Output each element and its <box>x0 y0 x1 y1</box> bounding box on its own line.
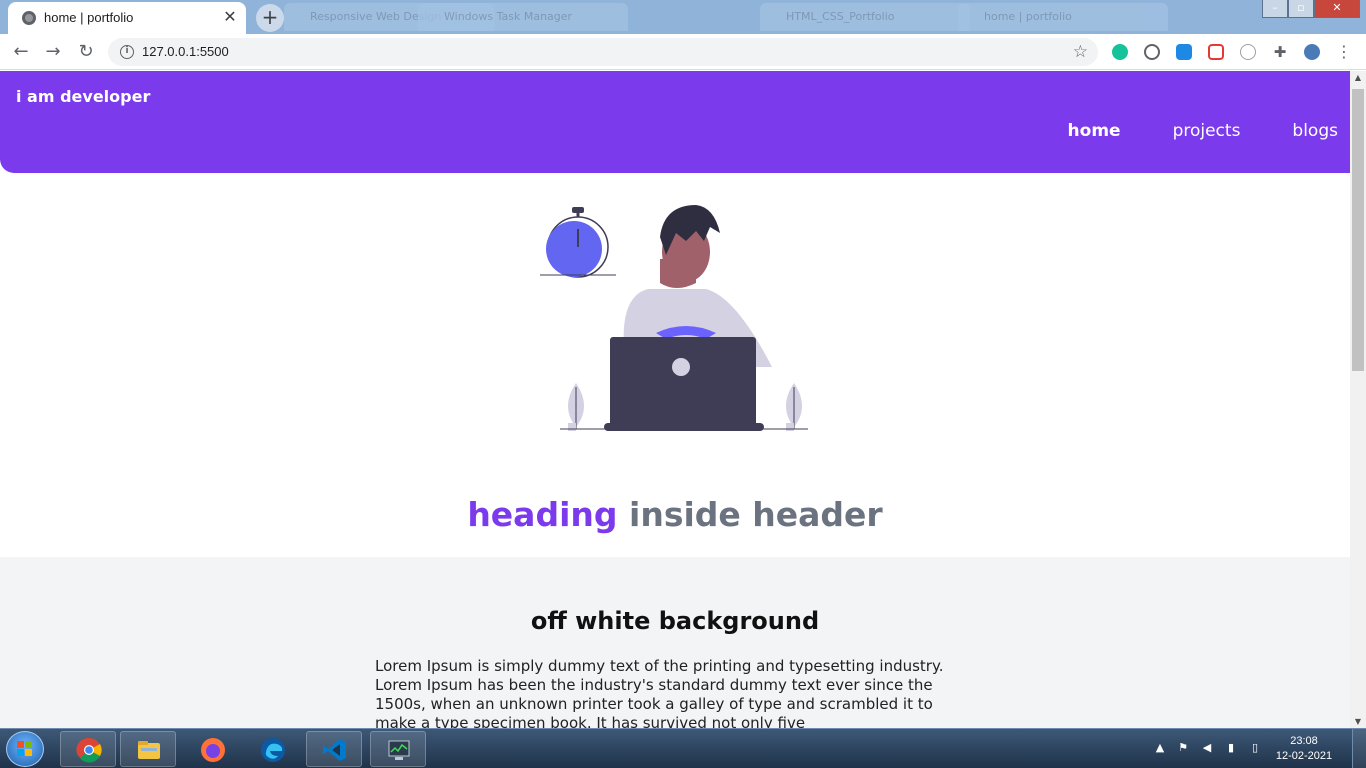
clock-time: 23:08 <box>1290 735 1318 747</box>
windows-logo-icon <box>17 741 33 757</box>
nav-link-home[interactable]: home <box>1068 121 1121 141</box>
offwhite-section: off white background Lorem Ipsum is simp… <box>0 557 1350 728</box>
clock-date: 12-02-2021 <box>1275 750 1333 762</box>
main-nav: home projects blogs <box>1016 121 1338 141</box>
info-icon[interactable]: i <box>120 45 134 59</box>
browser-tab-strip: Responsive Web Design Windows Task Manag… <box>0 0 1366 34</box>
start-button[interactable] <box>6 731 44 767</box>
background-tab[interactable]: home | portfolio <box>958 3 1168 31</box>
task-manager-icon <box>388 740 410 760</box>
plant-icon <box>568 383 584 431</box>
active-tab[interactable]: home | portfolio ✕ <box>8 2 246 34</box>
scroll-up-arrow-icon[interactable]: ▲ <box>1353 73 1363 82</box>
developer-illustration <box>540 205 808 431</box>
chrome-icon <box>76 737 102 763</box>
vscode-icon <box>323 739 346 761</box>
extensions-icon[interactable]: ✚ <box>1272 44 1288 60</box>
section-title: off white background <box>530 607 820 635</box>
minimize-window-button[interactable]: – <box>1262 0 1288 18</box>
show-hidden-icons[interactable]: ▲ <box>1154 742 1166 754</box>
plant-icon <box>786 383 802 431</box>
background-tab-title: HTML_CSS_Portfolio <box>786 10 895 23</box>
bookmark-star-icon[interactable]: ☆ <box>1073 42 1088 62</box>
back-arrow-icon[interactable]: ← <box>10 41 32 63</box>
action-center-flag-icon[interactable]: ⚑ <box>1177 742 1189 754</box>
stopwatch-icon <box>540 207 616 278</box>
new-tab-button[interactable]: + <box>256 4 284 32</box>
browser-toolbar: ← → ↻ i 127.0.0.1:5500 ☆ ✚ ⋮ <box>0 34 1366 70</box>
edge-icon <box>261 738 285 762</box>
address-bar[interactable]: i 127.0.0.1:5500 ☆ <box>108 38 1098 66</box>
taskbar-chrome[interactable] <box>60 731 116 767</box>
battery-icon[interactable]: ▯ <box>1249 742 1261 754</box>
scrollbar-thumb[interactable] <box>1352 89 1364 371</box>
tab-title: home | portfolio <box>44 10 134 25</box>
forward-arrow-icon[interactable]: → <box>42 41 64 63</box>
profile-avatar[interactable] <box>1304 44 1320 60</box>
timer-extension-icon[interactable] <box>1240 44 1256 60</box>
address-bar-url[interactable]: 127.0.0.1:5500 <box>142 44 229 59</box>
taskbar-vscode[interactable] <box>306 731 362 767</box>
taskbar-edge[interactable] <box>244 731 300 767</box>
taskbar-task-manager[interactable] <box>370 731 426 767</box>
window-extension-icon[interactable] <box>1176 44 1192 60</box>
scroll-down-arrow-icon[interactable]: ▼ <box>1353 717 1363 726</box>
file-explorer-icon <box>138 741 160 759</box>
background-tab[interactable]: HTML_CSS_Portfolio <box>760 3 970 31</box>
taskbar-clock[interactable]: 23:08 12-02-2021 <box>1264 734 1344 764</box>
hero-heading-highlight: heading <box>467 495 618 534</box>
page-scrollbar[interactable]: ▲ ▼ <box>1350 71 1366 728</box>
menu-icon[interactable]: ⋮ <box>1336 44 1352 60</box>
globe-icon <box>22 11 36 25</box>
tab-close-icon[interactable]: ✕ <box>222 9 238 25</box>
maximize-window-button[interactable]: ▫ <box>1288 0 1314 18</box>
taskbar-file-explorer[interactable] <box>120 731 176 767</box>
page-viewport: i am developer home projects blogs headi… <box>0 71 1350 728</box>
hero-heading-rest: inside header <box>629 495 883 534</box>
firefox-icon <box>201 738 225 762</box>
volume-icon[interactable]: ◀ <box>1201 742 1213 754</box>
nav-link-projects[interactable]: projects <box>1173 121 1241 141</box>
nav-link-blogs[interactable]: blogs <box>1292 121 1338 141</box>
hero-heading: heading inside header <box>0 495 1350 534</box>
reload-icon[interactable]: ↻ <box>75 41 97 63</box>
show-desktop-button[interactable] <box>1352 729 1366 768</box>
taskbar-firefox[interactable] <box>184 731 240 767</box>
background-tab-title: home | portfolio <box>984 10 1072 23</box>
close-window-button[interactable]: ✕ <box>1314 0 1360 18</box>
site-brand[interactable]: i am developer <box>16 87 150 106</box>
windows-taskbar: ▲ ⚑ ◀ ▮ ▯ 23:08 12-02-2021 <box>0 728 1366 768</box>
grammarly-extension-icon[interactable] <box>1112 44 1128 60</box>
background-tab[interactable]: Windows Task Manager <box>418 3 628 31</box>
record-extension-icon[interactable] <box>1208 44 1224 60</box>
section-body-text: Lorem Ipsum is simply dummy text of the … <box>375 657 944 728</box>
network-signal-icon[interactable]: ▮ <box>1225 742 1237 754</box>
laptop-icon <box>604 337 764 431</box>
site-header: i am developer home projects blogs <box>0 71 1350 173</box>
skype-extension-icon[interactable] <box>1144 44 1160 60</box>
background-tab-title: Windows Task Manager <box>444 10 573 23</box>
